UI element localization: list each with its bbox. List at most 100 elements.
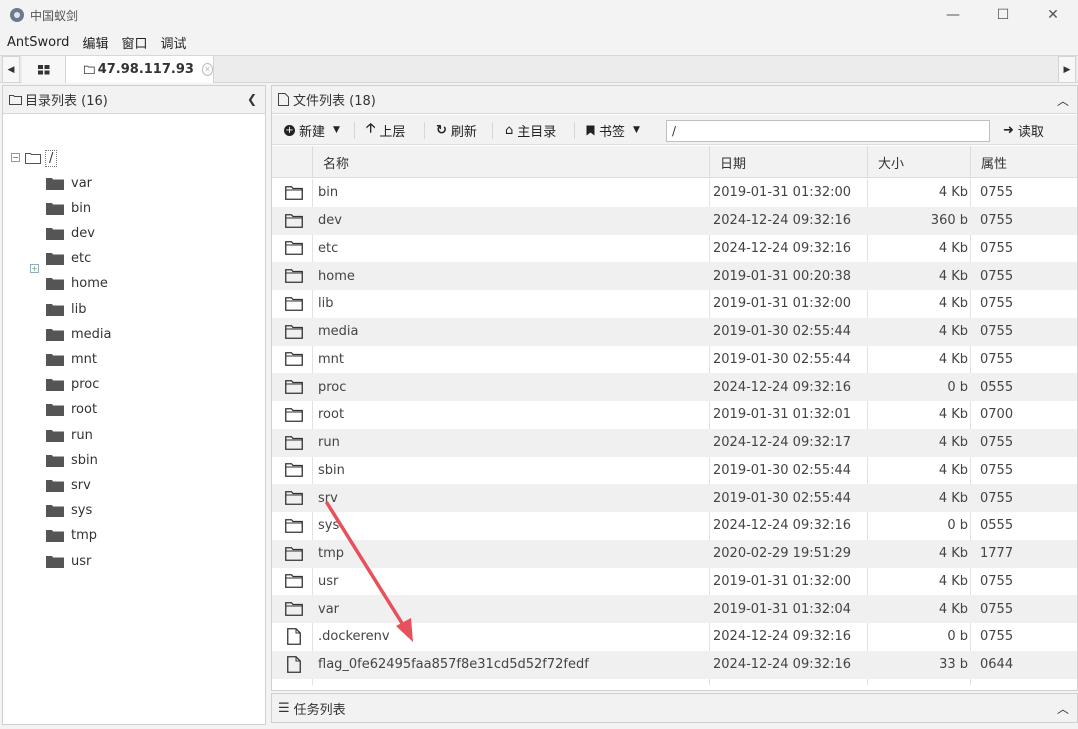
tree-root[interactable]: / — [25, 147, 58, 169]
file-name-cell: sbin — [318, 462, 345, 478]
folder-outline-icon — [9, 95, 22, 105]
tree-item-srv[interactable]: srv — [46, 474, 91, 496]
arrow-up-icon: 🡡 — [366, 121, 376, 136]
file-row[interactable]: bin 2019-01-31 01:32:00 4 Kb 0755 — [272, 179, 1077, 207]
file-row[interactable]: media 2019-01-30 02:55:44 4 Kb 0755 — [272, 317, 1077, 346]
tree-item-label: srv — [71, 477, 91, 493]
file-row[interactable]: srv 2019-01-30 02:55:44 4 Kb 0755 — [272, 484, 1077, 512]
file-perm-cell: 0555 — [980, 518, 1014, 534]
refresh-button[interactable]: ↻ 刷新 — [436, 115, 477, 145]
file-row[interactable]: sbin 2019-01-30 02:55:44 4 Kb 0755 — [272, 457, 1077, 485]
tree-item-lib[interactable]: lib — [46, 298, 86, 320]
file-date-cell: 2024-12-24 09:32:16 — [713, 240, 852, 256]
file-type-cell — [284, 373, 304, 401]
close-button[interactable]: ✕ — [1028, 0, 1078, 30]
menu-window[interactable]: 窗口 — [114, 33, 153, 52]
file-size-cell: 33 b — [939, 657, 968, 673]
tree-root-label: / — [45, 149, 58, 167]
folder-outline-icon — [285, 185, 303, 200]
tab-label: 47.98.117.93 — [97, 62, 194, 77]
file-row[interactable]: root 2019-01-31 01:32:01 4 Kb 0700 — [272, 401, 1077, 429]
collapse-up-icon[interactable]: ︿ — [1057, 700, 1069, 717]
folder-outline-icon — [285, 546, 303, 561]
collapse-up-icon[interactable]: ︿ — [1057, 92, 1069, 109]
column-date[interactable]: 日期 — [709, 146, 867, 178]
menu-antsword[interactable]: AntSword — [0, 35, 75, 50]
tree-item-tmp[interactable]: tmp — [46, 525, 97, 547]
file-panel-title: 文件列表 (18) — [293, 94, 376, 109]
tab-home[interactable] — [22, 56, 66, 83]
folder-outline-icon — [285, 324, 303, 339]
file-row[interactable]: flag_0fe62495faa857f8e31cd5d52f72fedf 202… — [272, 650, 1077, 679]
tree-item-dev[interactable]: dev — [46, 222, 95, 244]
file-date-cell: 2019-01-31 01:32:00 — [713, 573, 852, 589]
tree-item-var[interactable]: var — [46, 172, 92, 194]
collapse-left-icon[interactable]: ❮ — [247, 92, 257, 106]
file-grid-header: 名称 日期 大小 属性 — [272, 146, 1077, 178]
tree-item-home[interactable]: home — [46, 273, 108, 295]
file-row[interactable]: home 2019-01-31 00:20:38 4 Kb 0755 — [272, 262, 1077, 290]
tab-scroll-left-button[interactable]: ◀ — [2, 56, 20, 83]
file-date-cell: 2019-01-31 01:32:00 — [713, 296, 852, 312]
file-row[interactable]: dev 2024-12-24 09:32:16 360 b 0755 — [272, 206, 1077, 235]
tree-item-mnt[interactable]: mnt — [46, 348, 97, 370]
path-input[interactable] — [666, 120, 990, 142]
file-row[interactable]: run 2024-12-24 09:32:17 4 Kb 0755 — [272, 428, 1077, 457]
folder-icon — [46, 202, 64, 215]
new-button[interactable]: + 新建 ▼ — [284, 115, 340, 145]
file-row[interactable]: var 2019-01-31 01:32:04 4 Kb 0755 — [272, 595, 1077, 623]
folder-icon — [46, 379, 64, 392]
file-grid-body: bin 2019-01-31 01:32:00 4 Kb 0755 dev 2024-12… — [272, 179, 1077, 685]
tree-item-media[interactable]: media — [46, 323, 112, 345]
tree-item-root[interactable]: root — [46, 399, 97, 421]
tree-item-bin[interactable]: bin — [46, 197, 91, 219]
file-type-cell — [284, 623, 304, 651]
bookmark-button[interactable]: 书签 ▼ — [586, 115, 640, 145]
file-type-cell — [284, 401, 304, 429]
file-perm-cell: 0555 — [980, 379, 1014, 395]
read-button[interactable]: ➜ 读取 — [1003, 115, 1044, 145]
file-type-cell — [284, 429, 304, 457]
file-row[interactable]: tmp 2020-02-29 19:51:29 4 Kb 1777 — [272, 539, 1077, 568]
column-permission[interactable]: 属性 — [970, 146, 1077, 178]
file-row[interactable]: sys 2024-12-24 09:32:16 0 b 0555 — [272, 512, 1077, 540]
tree-item-usr[interactable]: usr — [46, 550, 91, 572]
tree-item-sys[interactable]: sys — [46, 500, 92, 522]
column-name[interactable]: 名称 — [312, 146, 709, 178]
file-row[interactable]: lib 2019-01-31 01:32:00 4 Kb 0755 — [272, 290, 1077, 318]
file-row[interactable]: mnt 2019-01-30 02:55:44 4 Kb 0755 — [272, 346, 1077, 374]
file-outline-icon — [287, 656, 301, 674]
tab-close-icon[interactable]: ✕ — [201, 63, 213, 76]
home-directory-button[interactable]: ⌂ 主目录 — [505, 115, 556, 145]
folder-outline-icon — [285, 491, 303, 506]
file-perm-cell: 0755 — [980, 573, 1014, 589]
tab-shell-session[interactable]: 47.98.117.93 ✕ — [66, 56, 214, 83]
toolbar-divider — [492, 122, 493, 139]
tree-item-etc[interactable]: etc — [46, 248, 91, 270]
file-date-cell: 2019-01-30 02:55:44 — [713, 462, 852, 478]
tree-item-proc[interactable]: proc — [46, 374, 99, 396]
tree-collapse-toggle-icon[interactable]: − — [11, 153, 20, 162]
file-size-cell: 4 Kb — [938, 573, 968, 589]
column-permission-label: 属性 — [981, 156, 1008, 172]
tree-expand-toggle-icon[interactable]: + — [30, 264, 39, 273]
file-row[interactable]: etc 2024-12-24 09:32:16 4 Kb 0755 — [272, 235, 1077, 263]
tree-item-label: sys — [71, 503, 93, 519]
file-row[interactable]: proc 2024-12-24 09:32:16 0 b 0555 — [272, 373, 1077, 401]
file-row[interactable]: usr 2019-01-31 01:32:00 4 Kb 0755 — [272, 568, 1077, 596]
file-row[interactable]: .dockerenv 2024-12-24 09:32:16 0 b 0755 — [272, 623, 1077, 651]
tree-item-sbin[interactable]: sbin — [46, 449, 98, 471]
menu-edit[interactable]: 编辑 — [75, 33, 114, 52]
tab-scroll-right-button[interactable]: ▶ — [1058, 56, 1076, 83]
minimize-button[interactable]: — — [928, 0, 978, 30]
folder-outline-icon — [285, 213, 303, 228]
tree-item-run[interactable]: run — [46, 424, 93, 446]
up-level-button[interactable]: 🡡 上层 — [366, 115, 405, 145]
maximize-button[interactable]: ☐ — [978, 0, 1028, 30]
folder-icon — [46, 278, 64, 291]
menu-debug[interactable]: 调试 — [153, 33, 192, 52]
tree-item-label: root — [71, 402, 98, 418]
folder-icon — [46, 505, 64, 518]
file-date-cell: 2019-01-30 02:55:44 — [713, 490, 852, 506]
column-size[interactable]: 大小 — [867, 146, 970, 178]
